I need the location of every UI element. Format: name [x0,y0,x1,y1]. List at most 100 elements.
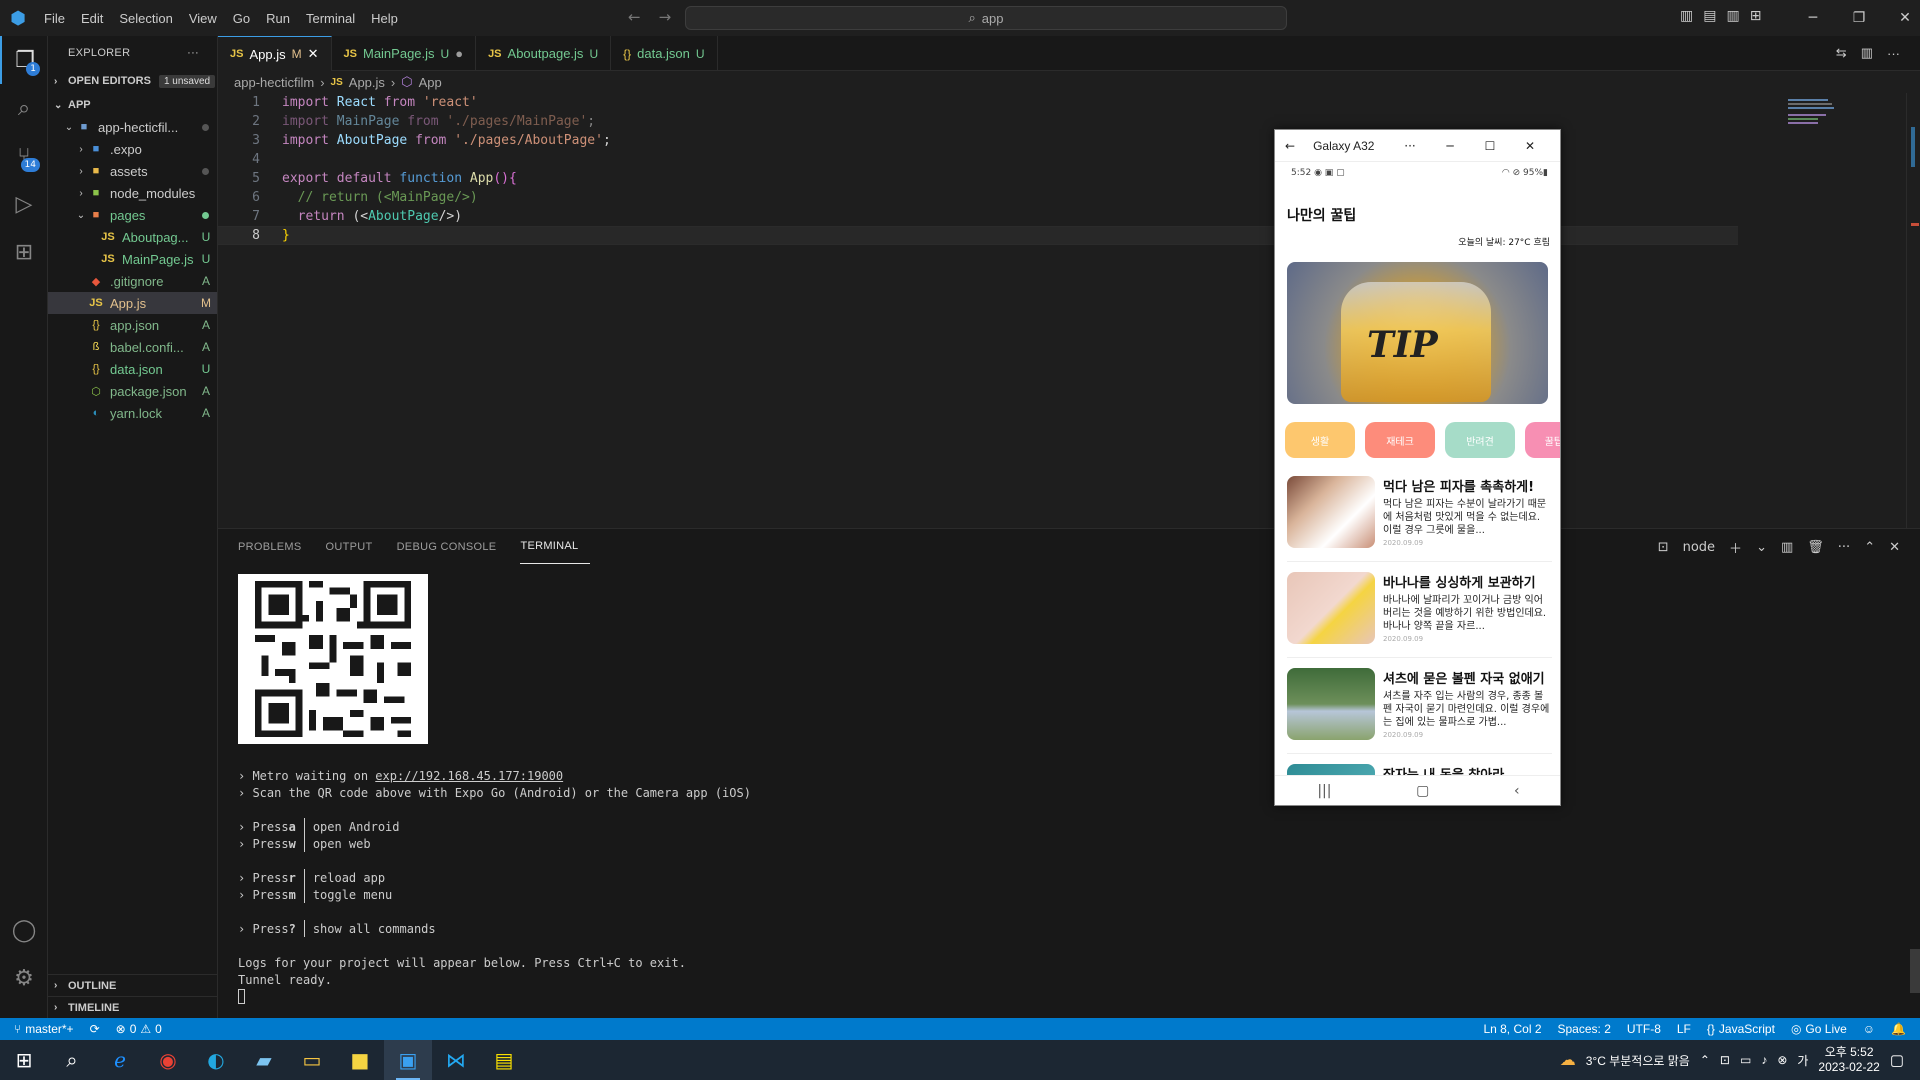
vscode-taskbar-icon[interactable]: ⋈ [432,1040,480,1080]
tab-debug-console[interactable]: DEBUG CONSOLE [397,529,509,564]
tree-file-mainpage[interactable]: JS MainPage.js U [48,248,217,270]
metro-url-link[interactable]: exp://192.168.45.177:19000 [375,769,563,783]
command-center[interactable]: ⌕ app [685,6,1287,30]
notification-center-icon[interactable]: ▢ [1890,1051,1904,1069]
search-icon[interactable]: ⌕ [0,84,48,132]
app-section[interactable]: ⌄ APP [48,94,217,116]
tree-folder-node-modules[interactable]: › ■ node_modules [48,182,217,204]
tree-file-gitignore[interactable]: ◆ .gitignore A [48,270,217,292]
breadcrumb-symbol[interactable]: App [419,75,442,90]
close-icon[interactable]: ✕ [1510,139,1550,153]
git-branch[interactable]: ⑂ master*+ [0,1022,82,1036]
tab-appjs[interactable]: JS App.js M ✕ [218,36,332,71]
menu-file[interactable]: File [36,11,73,26]
home-icon[interactable]: ▢ [1416,783,1429,799]
tip-card[interactable]: 잠자는 내 돈을 찾아라 [1287,764,1552,775]
weather-text[interactable]: 3°C 부분적으로 맑음 [1586,1052,1690,1069]
clock[interactable]: 오후 5:52 2023-02-22 [1818,1045,1879,1075]
more-actions-icon[interactable]: ··· [187,47,199,59]
tab-terminal[interactable]: TERMINAL [520,529,591,564]
recents-icon[interactable]: ||| [1317,783,1331,799]
more-actions-icon[interactable]: ··· [1390,139,1430,153]
menu-run[interactable]: Run [258,11,298,26]
indentation[interactable]: Spaces: 2 [1550,1022,1619,1036]
minimap[interactable] [1788,93,1848,127]
category-button-saved[interactable]: 꿀팁 찜 [1525,422,1560,458]
new-terminal-icon[interactable]: ＋ [1729,538,1742,557]
language-mode[interactable]: {} JavaScript [1699,1022,1783,1036]
notepad-icon[interactable]: ▰ [240,1040,288,1080]
category-button-pets[interactable]: 반려견 [1445,422,1515,458]
tree-file-appjs[interactable]: JS App.js M [48,292,217,314]
split-terminal-icon[interactable]: ▥ [1781,540,1793,555]
timeline-section[interactable]: › TIMELINE [48,996,218,1018]
search-icon[interactable]: ⌕ [48,1040,96,1080]
run-debug-icon[interactable]: ▷ [0,180,48,228]
tab-problems[interactable]: PROBLEMS [238,529,314,564]
category-button-life[interactable]: 생활 [1285,422,1355,458]
tab-output[interactable]: OUTPUT [326,529,385,564]
extensions-icon[interactable]: ⊞ [0,228,48,276]
chrome-icon[interactable]: ◉ [144,1040,192,1080]
settings-gear-icon[interactable]: ⚙ [0,954,48,1002]
menu-view[interactable]: View [181,11,225,26]
menu-go[interactable]: Go [225,11,258,26]
account-icon[interactable]: ◯ [0,906,48,954]
editor-scrollbar[interactable] [1906,93,1920,528]
menu-terminal[interactable]: Terminal [298,11,363,26]
restore-icon[interactable]: ❐ [1836,0,1882,36]
explorer-icon[interactable]: ❐ 1 [0,36,48,84]
display-icon[interactable]: ▭ [1740,1053,1751,1067]
split-editor-icon[interactable]: ▥ [1861,45,1873,61]
go-live-button[interactable]: ◎ Go Live [1783,1022,1855,1036]
terminal-output[interactable]: › Metro waiting on exp://192.168.45.177:… [238,574,751,1005]
trash-icon[interactable]: 🗑 [1807,540,1824,555]
edge-icon[interactable]: ◐ [192,1040,240,1080]
tree-file-babel[interactable]: ß babel.confi... A [48,336,217,358]
open-changes-icon[interactable]: ⇆ [1836,45,1847,61]
volume-icon[interactable]: ♪ [1761,1053,1767,1067]
source-control-icon[interactable]: ⑂ 14 [0,132,48,180]
chevron-down-icon[interactable]: ⌄ [1756,540,1767,555]
problems-indicator[interactable]: ⊗ 0 ⚠ 0 [108,1022,170,1036]
more-actions-icon[interactable]: ··· [1838,540,1850,555]
forward-arrow-icon[interactable]: → [659,8,672,26]
tab-aboutpage[interactable]: JS Aboutpage.js U [476,36,612,71]
internet-explorer-icon[interactable]: ℯ [96,1040,144,1080]
close-panel-icon[interactable]: ✕ [1889,540,1900,555]
tree-file-aboutpage[interactable]: JS Aboutpag... U [48,226,217,248]
more-actions-icon[interactable]: ··· [1887,46,1900,61]
phone-mirror-app-icon[interactable]: ▣ [384,1040,432,1080]
tree-folder-pages[interactable]: ⌄ ■ pages [48,204,217,226]
back-arrow-icon[interactable]: ← [628,8,641,26]
tab-mainpage[interactable]: JS MainPage.js U ● [332,36,477,71]
tab-datajson[interactable]: {} data.json U [611,36,718,71]
back-chevron-icon[interactable]: ‹ [1514,783,1520,799]
terminal-shell-label[interactable]: node [1683,540,1715,555]
sync-icon[interactable]: ⟳ [82,1022,108,1036]
maximize-panel-icon[interactable]: ⌃ [1864,540,1875,555]
tree-file-yarnlock[interactable]: ◐ yarn.lock A [48,402,217,424]
menu-help[interactable]: Help [363,11,406,26]
windows-start-icon[interactable]: ⊞ [0,1040,48,1080]
tree-folder-assets[interactable]: › ■ assets [48,160,217,182]
tip-card[interactable]: 셔츠에 묻은 볼펜 자국 없애기 셔츠를 자주 입는 사람의 경우, 종종 볼펜… [1287,668,1552,754]
minimize-icon[interactable]: ─ [1430,139,1470,153]
toggle-panel-icon[interactable]: ▤ [1703,8,1716,24]
feedback-icon[interactable]: ☺ [1855,1022,1883,1036]
file-explorer-icon[interactable]: ▭ [288,1040,336,1080]
close-tab-icon[interactable]: ✕ [308,46,319,62]
ime-icon[interactable]: 가 [1797,1052,1808,1069]
tip-card[interactable]: 바나나를 싱싱하게 보관하기 바나나에 날파리가 꼬이거나 금방 익어버리는 것… [1287,572,1552,658]
close-icon[interactable]: ✕ [1882,0,1920,36]
breadcrumb-folder[interactable]: app-hecticfilm [234,75,314,90]
app-screen[interactable]: 나만의 꿀팁 오늘의 날씨: 27°C 흐림 TIP 생활 재테크 반려견 꿀팁… [1275,181,1560,775]
notifications-bell-icon[interactable]: 🔔 [1883,1022,1920,1036]
open-editors-section[interactable]: › OPEN EDITORS 1 unsaved [48,70,217,92]
back-arrow-icon[interactable]: ← [1285,139,1295,153]
category-button-finance[interactable]: 재테크 [1365,422,1435,458]
tip-card[interactable]: 먹다 남은 피자를 촉촉하게! 먹다 남은 피자는 수분이 날라가기 때문에 처… [1287,476,1552,562]
tree-file-packagejson[interactable]: ⬡ package.json A [48,380,217,402]
end-of-line[interactable]: LF [1669,1022,1699,1036]
tree-folder-expo[interactable]: › ■ .expo [48,138,217,160]
